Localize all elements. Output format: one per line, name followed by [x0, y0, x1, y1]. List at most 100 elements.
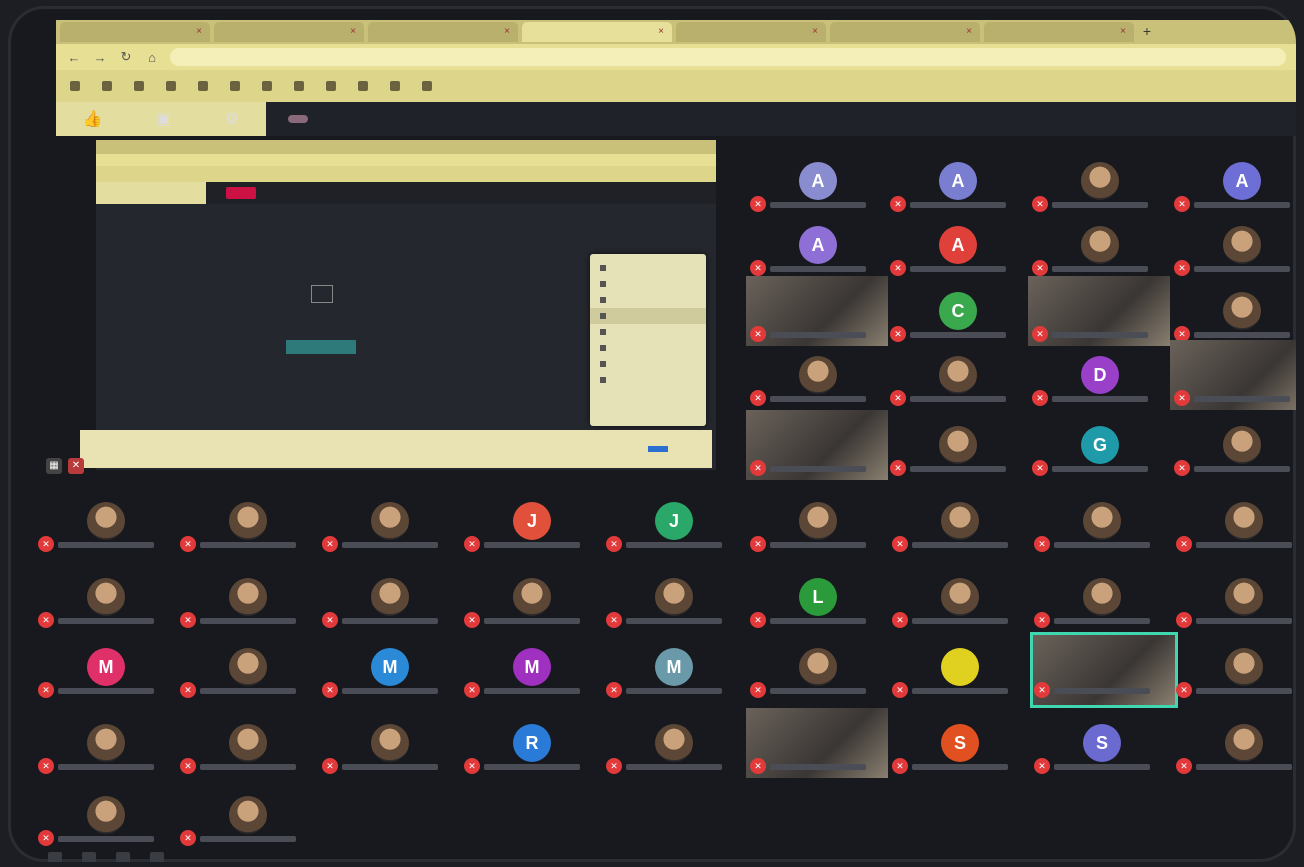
participant-tile[interactable]: S ✕: [1032, 718, 1172, 782]
participant-tile[interactable]: ✕: [888, 420, 1028, 484]
participant-tile[interactable]: ✕: [1030, 632, 1178, 708]
participant-tile[interactable]: ✕: [1030, 156, 1170, 220]
participant-tile[interactable]: A ✕: [748, 156, 888, 220]
context-menu-item[interactable]: [590, 308, 706, 324]
participant-tile[interactable]: J ✕: [462, 496, 602, 560]
participant-tile[interactable]: ✕: [320, 572, 460, 636]
taskbar-icon[interactable]: [82, 852, 96, 862]
participant-tile[interactable]: ✕: [1174, 496, 1296, 560]
new-tab-icon[interactable]: +: [1138, 22, 1156, 40]
participant-tile[interactable]: M ✕: [36, 642, 176, 706]
participant-tile[interactable]: ✕: [604, 572, 744, 636]
home-icon[interactable]: ⌂: [144, 50, 160, 65]
bookmark-item[interactable]: [422, 81, 436, 91]
browser-tab[interactable]: ×: [984, 22, 1134, 42]
participant-tile[interactable]: R ✕: [462, 718, 602, 782]
participant-tile[interactable]: ✕: [1172, 420, 1296, 484]
inner-action-button[interactable]: [286, 340, 356, 354]
mic-muted-icon[interactable]: ✕: [68, 458, 84, 474]
participant-tile[interactable]: M ✕: [462, 642, 602, 706]
participant-tile[interactable]: A ✕: [1172, 156, 1296, 220]
bookmark-item[interactable]: [166, 81, 180, 91]
participant-tile[interactable]: G ✕: [1030, 420, 1170, 484]
participant-tile[interactable]: D ✕: [1030, 350, 1170, 414]
context-menu-item[interactable]: [590, 260, 706, 276]
participant-tile[interactable]: ✕: [178, 642, 318, 706]
participant-tile[interactable]: ✕: [890, 642, 1030, 706]
participant-tile[interactable]: ✕: [178, 790, 318, 854]
bookmark-item[interactable]: [198, 81, 212, 91]
context-menu-item[interactable]: [590, 372, 706, 388]
participant-tile[interactable]: ✕: [462, 572, 602, 636]
taskbar-icon[interactable]: [150, 852, 164, 862]
notification-button[interactable]: [648, 446, 668, 452]
bookmark-item[interactable]: [230, 81, 244, 91]
context-menu-item[interactable]: [590, 324, 706, 340]
close-icon[interactable]: ×: [658, 26, 664, 37]
bookmark-item[interactable]: [102, 81, 116, 91]
participant-tile[interactable]: ✕: [178, 572, 318, 636]
participant-tile[interactable]: ✕: [1174, 572, 1296, 636]
participant-tile[interactable]: ✕: [36, 496, 176, 560]
close-icon[interactable]: ×: [504, 26, 510, 37]
participant-tile[interactable]: ✕: [746, 276, 888, 350]
participant-tile[interactable]: C ✕: [888, 286, 1028, 350]
participant-tile[interactable]: ✕: [178, 496, 318, 560]
close-icon[interactable]: ×: [812, 26, 818, 37]
participant-tile[interactable]: ✕: [748, 496, 888, 560]
participant-tile[interactable]: ✕: [1174, 642, 1296, 706]
context-menu-item[interactable]: [590, 276, 706, 292]
participant-tile[interactable]: ✕: [36, 718, 176, 782]
participant-tile[interactable]: ✕: [604, 718, 744, 782]
browser-tab[interactable]: ×: [830, 22, 980, 42]
participant-tile[interactable]: ✕: [1032, 572, 1172, 636]
participant-tile[interactable]: ✕: [1174, 718, 1296, 782]
participant-tile[interactable]: ✕: [888, 350, 1028, 414]
back-icon[interactable]: ←: [66, 50, 82, 65]
bookmark-item[interactable]: [294, 81, 308, 91]
bookmark-item[interactable]: [358, 81, 372, 91]
participant-tile[interactable]: S ✕: [890, 718, 1030, 782]
bookmark-item[interactable]: [326, 81, 340, 91]
participant-tile[interactable]: ✕: [178, 718, 318, 782]
participant-tile[interactable]: ✕: [36, 572, 176, 636]
participant-tile[interactable]: M ✕: [604, 642, 744, 706]
participant-tile[interactable]: ✕: [748, 350, 888, 414]
participant-tile[interactable]: ✕: [320, 496, 460, 560]
participant-tile[interactable]: ✕: [320, 718, 460, 782]
close-icon[interactable]: ×: [350, 26, 356, 37]
participant-tile[interactable]: ✕: [748, 642, 888, 706]
participant-tile[interactable]: ✕: [1028, 276, 1170, 350]
participant-tile[interactable]: L ✕: [748, 572, 888, 636]
browser-tab[interactable]: ×: [522, 22, 672, 42]
address-input[interactable]: [170, 48, 1286, 66]
participant-tile[interactable]: M ✕: [320, 642, 460, 706]
thumbs-up-icon[interactable]: 👍: [83, 109, 103, 129]
participant-tile[interactable]: ✕: [1170, 340, 1296, 414]
context-menu-item[interactable]: [590, 340, 706, 356]
taskbar-icon[interactable]: [48, 852, 62, 862]
gallery-icon[interactable]: ▦: [46, 458, 62, 474]
participant-tile[interactable]: A ✕: [888, 220, 1028, 284]
context-menu-item[interactable]: [590, 292, 706, 308]
participant-tile[interactable]: J ✕: [604, 496, 744, 560]
participant-icon[interactable]: ▣: [156, 109, 171, 129]
bookmark-item[interactable]: [134, 81, 148, 91]
participant-tile[interactable]: A ✕: [748, 220, 888, 284]
participant-tile[interactable]: ✕: [890, 572, 1030, 636]
browser-tab[interactable]: ×: [214, 22, 364, 42]
bookmark-item[interactable]: [262, 81, 276, 91]
context-menu-item[interactable]: [590, 356, 706, 372]
bookmark-item[interactable]: [390, 81, 404, 91]
participant-tile[interactable]: ✕: [1172, 220, 1296, 284]
browser-tab[interactable]: ×: [676, 22, 826, 42]
browser-tab[interactable]: ×: [368, 22, 518, 42]
participant-tile[interactable]: ✕: [746, 708, 888, 782]
participant-tile[interactable]: A ✕: [888, 156, 1028, 220]
close-icon[interactable]: ×: [196, 26, 202, 37]
taskbar-icon[interactable]: [116, 852, 130, 862]
participant-tile[interactable]: ✕: [1032, 496, 1172, 560]
bookmark-item[interactable]: [70, 81, 84, 91]
participant-tile[interactable]: ✕: [1030, 220, 1170, 284]
close-icon[interactable]: ×: [1120, 26, 1126, 37]
